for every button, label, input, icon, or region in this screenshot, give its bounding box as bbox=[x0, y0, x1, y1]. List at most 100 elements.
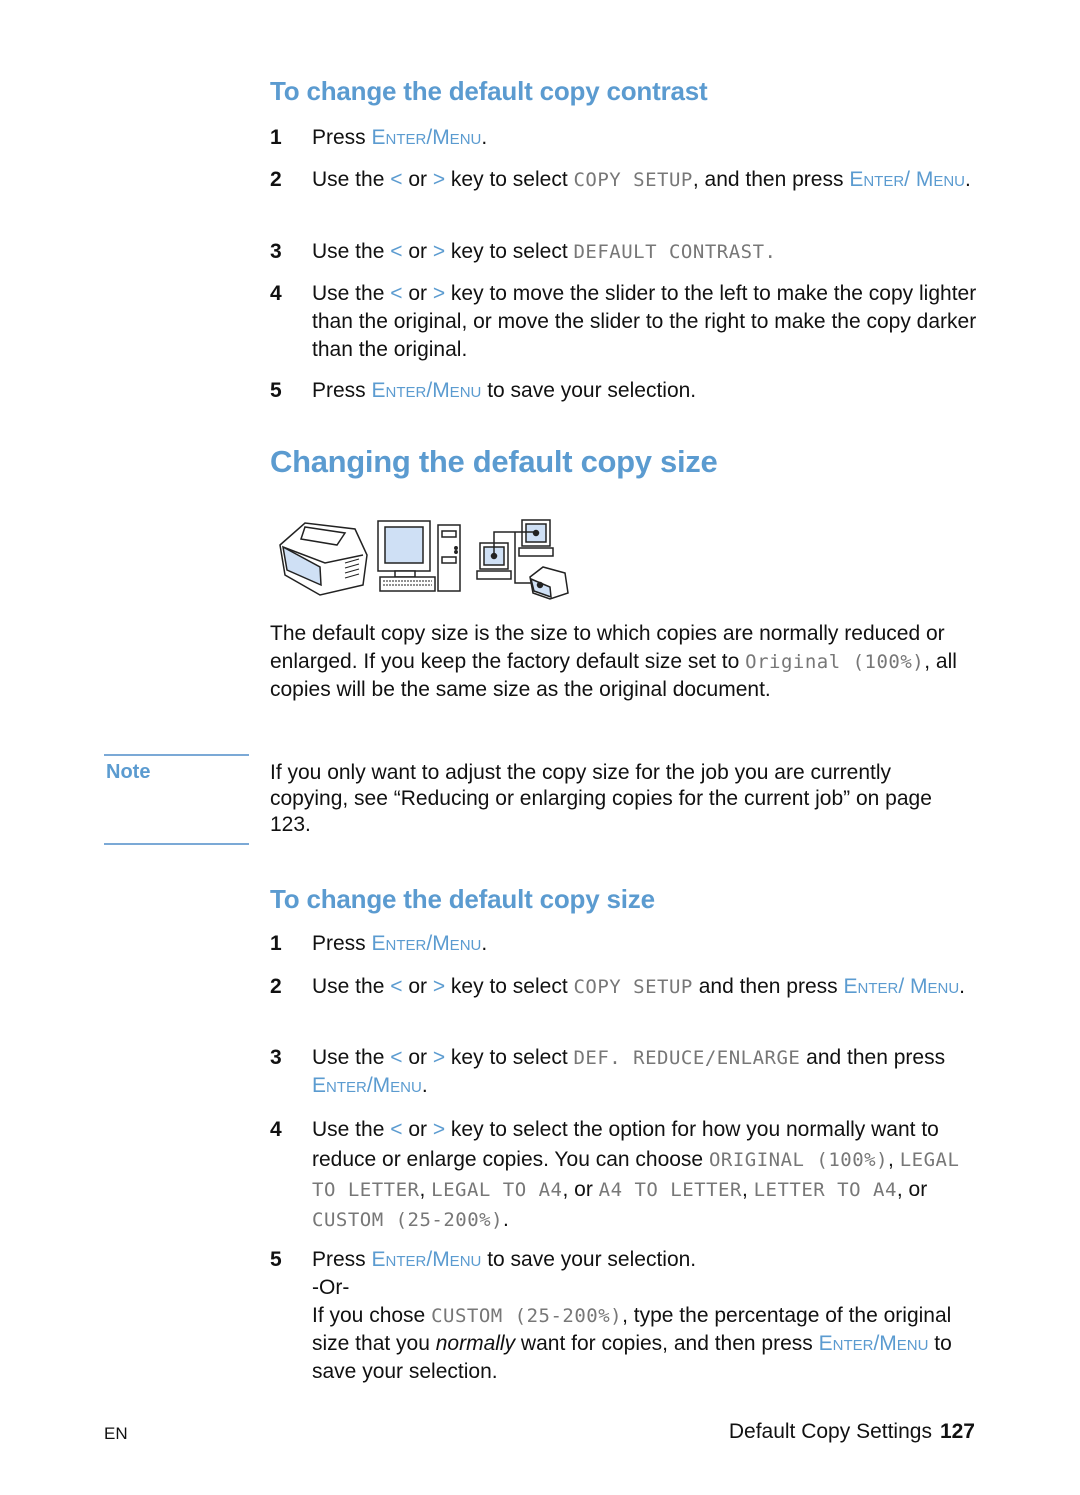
step-text: Use the bbox=[312, 240, 391, 263]
step-number: 1 bbox=[270, 126, 282, 149]
step-text: , or bbox=[562, 1178, 599, 1201]
left-arrow-key: < bbox=[390, 168, 403, 191]
lcd-copy-setup: COPY SETUP bbox=[573, 169, 693, 191]
step-number: 2 bbox=[270, 975, 282, 998]
left-arrow-key: < bbox=[390, 240, 403, 263]
step-text: , and then press bbox=[692, 168, 850, 191]
note-text: If you only want to adjust the copy size… bbox=[270, 761, 932, 836]
step-text: key to select bbox=[445, 240, 574, 263]
step-text: to save your selection. bbox=[481, 379, 697, 402]
step-text: Press bbox=[312, 932, 372, 955]
step-text: , bbox=[419, 1178, 432, 1201]
enter-menu-key: Enter/Menu bbox=[818, 1332, 929, 1355]
network-icon bbox=[476, 519, 569, 600]
left-arrow-key: < bbox=[390, 1046, 403, 1069]
step-number: 4 bbox=[270, 1118, 282, 1141]
step-number: 4 bbox=[270, 282, 282, 305]
step-text: key to select bbox=[445, 168, 574, 191]
lcd-option-letter-to-a4: LETTER TO A4 bbox=[753, 1179, 897, 1201]
intro-paragraph: The default copy size is the size to whi… bbox=[270, 620, 970, 704]
step-text: or bbox=[402, 975, 433, 998]
step-text: , or bbox=[896, 1178, 928, 1201]
heading-copy-size: To change the default copy size bbox=[270, 884, 655, 914]
step-text: or bbox=[402, 1118, 433, 1141]
step-text: , bbox=[888, 1148, 900, 1171]
enter-menu-key: Enter/Menu bbox=[371, 126, 482, 149]
step-text: Use the bbox=[312, 1046, 391, 1069]
step-text: or bbox=[402, 240, 433, 263]
step-text: . bbox=[421, 1074, 428, 1097]
size-step-4: 4 Use the < or > key to select the optio… bbox=[270, 1115, 980, 1235]
note-label: Note bbox=[106, 761, 151, 783]
left-arrow-key: < bbox=[390, 975, 403, 998]
enter-menu-key: Enter/Menu bbox=[371, 1248, 482, 1271]
footer-language: EN bbox=[104, 1424, 128, 1443]
enter-menu-key: Enter/Menu bbox=[371, 379, 482, 402]
step-text: and then press bbox=[692, 975, 844, 998]
step-text: Press bbox=[312, 126, 372, 149]
left-arrow-key: < bbox=[390, 1118, 403, 1141]
note-rule-bottom bbox=[104, 843, 249, 845]
size-step-1: 1 Press Enter/Menu. bbox=[270, 930, 980, 958]
step-number: 5 bbox=[270, 1248, 282, 1271]
step-text: or bbox=[402, 168, 433, 191]
step-text: . bbox=[964, 168, 971, 191]
page-number: 127 bbox=[939, 1420, 975, 1443]
step-text: Use the bbox=[312, 1118, 391, 1141]
lcd-option-legal-to-a4: LEGAL TO A4 bbox=[431, 1179, 563, 1201]
enter-menu-key: Enter/ Menu bbox=[849, 168, 965, 191]
right-arrow-key: > bbox=[432, 240, 446, 263]
step-text: key to select bbox=[445, 1046, 574, 1069]
left-arrow-key: < bbox=[390, 282, 403, 305]
step-number: 2 bbox=[270, 168, 282, 191]
enter-menu-key: Enter/ Menu bbox=[843, 975, 960, 998]
or-separator: -Or- bbox=[312, 1276, 350, 1299]
fax-machine-icon bbox=[279, 522, 368, 596]
step-number: 3 bbox=[270, 1046, 282, 1069]
step-text: Use the bbox=[312, 168, 391, 191]
contrast-step-5: 5 Press Enter/Menu to save your selectio… bbox=[270, 377, 980, 405]
device-illustration bbox=[279, 519, 569, 600]
contrast-step-2: 2 Use the < or > key to select COPY SETU… bbox=[270, 166, 980, 194]
step-text: or bbox=[402, 282, 433, 305]
enter-menu-key: Enter/Menu bbox=[371, 932, 482, 955]
step-number: 1 bbox=[270, 932, 282, 955]
step-text: Use the bbox=[312, 282, 391, 305]
lcd-default-contrast: DEFAULT CONTRAST. bbox=[573, 241, 777, 263]
heading-copy-contrast: To change the default copy contrast bbox=[270, 76, 708, 106]
step-text: to save your selection. bbox=[481, 1248, 697, 1271]
contrast-step-3: 3 Use the < or > key to select DEFAULT C… bbox=[270, 238, 980, 266]
footer-section-name: Default Copy Settings bbox=[728, 1420, 932, 1443]
footer-page-info: Default Copy Settings 127 bbox=[729, 1420, 975, 1444]
contrast-step-4: 4 Use the < or > key to move the slider … bbox=[270, 280, 980, 364]
step-text: Use the bbox=[312, 975, 391, 998]
lcd-option-custom: CUSTOM (25-200%) bbox=[431, 1305, 623, 1327]
step-text: want for copies, and then press bbox=[515, 1332, 819, 1355]
lcd-def-reduce-enlarge: DEF. REDUCE/ENLARGE bbox=[573, 1047, 801, 1069]
section-title: Changing the default copy size bbox=[270, 444, 718, 479]
lcd-option-original: ORIGINAL (100%) bbox=[708, 1149, 889, 1171]
lcd-original-100: Original (100%) bbox=[745, 651, 925, 673]
step-text: , bbox=[741, 1178, 754, 1201]
lcd-option-a4-to-letter: A4 TO LETTER bbox=[598, 1179, 742, 1201]
note-rule-top bbox=[104, 754, 249, 756]
size-step-5: 5 Press Enter/Menu to save your selectio… bbox=[270, 1246, 980, 1386]
computer-icon bbox=[377, 520, 461, 592]
emphasis-normally: normally bbox=[435, 1332, 516, 1355]
lcd-copy-setup: COPY SETUP bbox=[573, 976, 693, 998]
size-step-2: 2 Use the < or > key to select COPY SETU… bbox=[270, 973, 980, 1001]
step-text: key to select bbox=[445, 975, 574, 998]
right-arrow-key: > bbox=[432, 1118, 446, 1141]
step-text: Press bbox=[312, 1248, 372, 1271]
step-text: . bbox=[959, 975, 965, 998]
step-text: or bbox=[402, 1046, 433, 1069]
step-text: If you chose bbox=[312, 1304, 432, 1327]
step-text: . bbox=[481, 126, 488, 149]
lcd-option-custom: CUSTOM (25-200%) bbox=[312, 1209, 504, 1231]
contrast-step-1: 1 Press Enter/Menu. bbox=[270, 124, 980, 152]
right-arrow-key: > bbox=[432, 282, 446, 305]
step-text: and then press bbox=[800, 1046, 946, 1069]
enter-menu-key: Enter/Menu bbox=[312, 1074, 422, 1097]
step-text: Press bbox=[312, 379, 372, 402]
size-step-3: 3 Use the < or > key to select DEF. REDU… bbox=[270, 1044, 980, 1100]
